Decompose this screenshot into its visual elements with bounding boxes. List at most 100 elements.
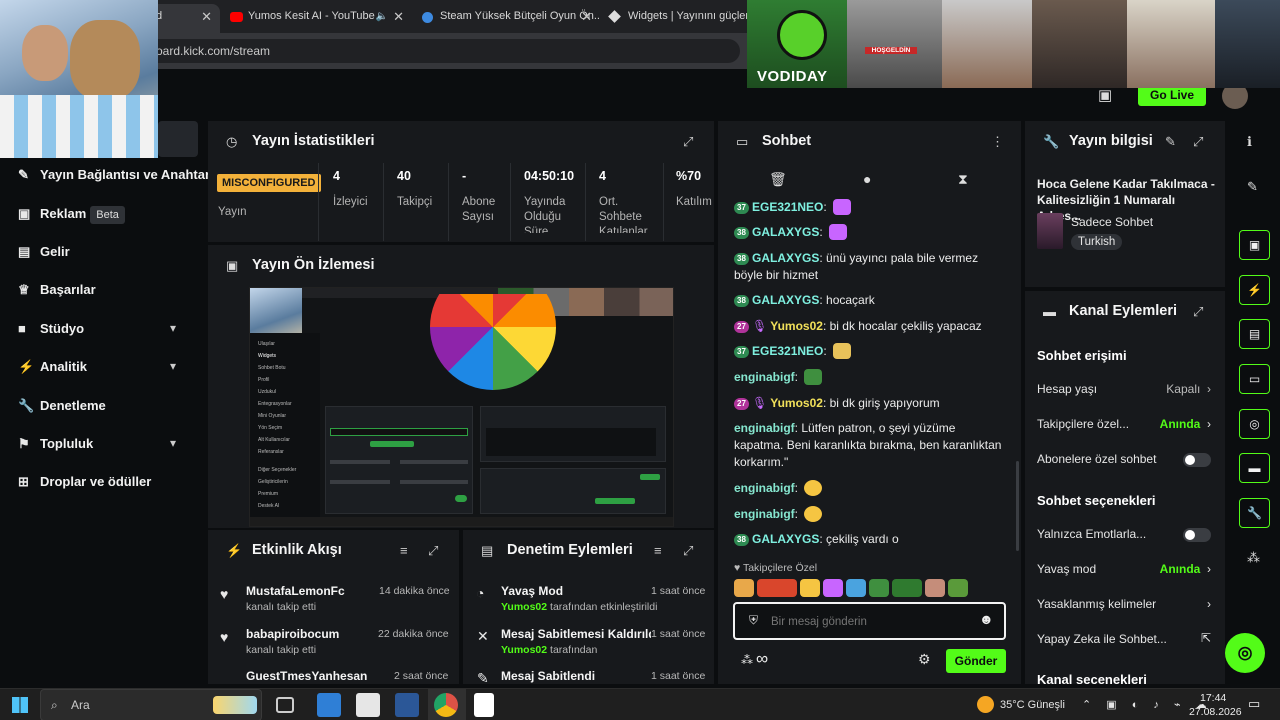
support-chat-button[interactable]: ◎ xyxy=(1225,633,1265,673)
expand-icon[interactable]: ⤢ xyxy=(428,543,438,559)
expand-icon[interactable]: ⤢ xyxy=(1193,134,1203,150)
chevron-down-icon[interactable]: ▾ xyxy=(170,436,176,450)
emoji-icon[interactable]: ☻ xyxy=(979,611,994,627)
browser-tab-youtube[interactable]: Yumos Kesit AI - YouTube 🔈 ✕ xyxy=(220,4,412,33)
activity-user[interactable]: MustafaLemonFc xyxy=(246,584,345,598)
store-app-icon[interactable] xyxy=(356,693,380,717)
chevron-right-icon[interactable]: › xyxy=(1207,597,1211,611)
sidebar-item-analytics[interactable]: ⚡ Analitik xyxy=(18,355,87,379)
notifications-icon[interactable]: ▭ xyxy=(1248,696,1260,712)
sidebar-item-community[interactable]: ⚑ Topluluk xyxy=(18,432,93,456)
word-app-icon[interactable] xyxy=(395,693,419,717)
emote[interactable] xyxy=(846,579,866,597)
sidebar-item-stream-key[interactable]: ✎ Yayın Bağlantısı ve Anahtar xyxy=(18,163,210,187)
url-field[interactable]: oard.kick.com/stream xyxy=(140,39,740,63)
chevron-down-icon[interactable]: ▾ xyxy=(170,321,176,335)
emote[interactable] xyxy=(892,579,922,597)
ai-chat-row[interactable]: Yapay Zeka ile Sohbet... xyxy=(1037,632,1215,646)
slow-mode-value[interactable]: Anında › xyxy=(1160,562,1211,576)
more-icon[interactable]: ⋮ xyxy=(991,134,1004,150)
browser-tab-widgets[interactable]: Widgets | Yayınını güçlendir xyxy=(600,4,750,33)
chat-scrollbar[interactable] xyxy=(1016,461,1019,551)
rail-video-button[interactable]: ▣ xyxy=(1239,230,1270,260)
sidebar-item-revenue[interactable]: ▤ Gelir xyxy=(18,240,70,264)
filter-icon[interactable]: ≡ xyxy=(654,543,662,558)
followers-only-value[interactable]: Anında › xyxy=(1160,417,1211,431)
chat-username[interactable]: enginabigf xyxy=(734,370,795,384)
acrobat-app-icon[interactable] xyxy=(474,693,494,717)
activity-user[interactable]: GuestTmesYanhesan xyxy=(246,669,367,683)
chat-input[interactable] xyxy=(771,613,971,631)
chat-bubble-icon[interactable]: ● xyxy=(863,171,871,187)
photos-app-icon[interactable] xyxy=(317,693,341,717)
weather-text[interactable]: 35°C Güneşli xyxy=(1000,689,1065,720)
sidebar-item-studio[interactable]: ■ Stüdyo xyxy=(18,317,84,341)
chat-username[interactable]: enginabigf xyxy=(734,481,795,495)
speaker-icon[interactable]: 🔈 xyxy=(376,4,388,29)
sidebar-item-moderation[interactable]: 🔧 Denetleme xyxy=(18,394,106,418)
rail-chat-button[interactable]: ▭ xyxy=(1239,364,1270,394)
emote[interactable] xyxy=(734,579,754,597)
emote[interactable] xyxy=(823,579,843,597)
camera-icon[interactable]: ▣ xyxy=(1098,86,1112,104)
points-icon[interactable]: ⁂ xyxy=(741,653,753,667)
emote-only-toggle[interactable] xyxy=(1183,528,1211,542)
sidebar-item-drops[interactable]: ⊞ Droplar ve ödüller xyxy=(18,470,151,494)
activity-user[interactable]: babapiroibocum xyxy=(246,627,339,641)
rail-target-button[interactable]: ◎ xyxy=(1239,409,1270,439)
send-button[interactable]: Gönder xyxy=(946,649,1006,673)
task-view-icon[interactable] xyxy=(276,697,294,713)
emote[interactable] xyxy=(757,579,797,597)
emote[interactable] xyxy=(800,579,820,597)
rail-channel-button[interactable]: ▬ xyxy=(1239,453,1270,483)
taskbar-time[interactable]: 17:44 xyxy=(1200,692,1226,704)
taskbar-date[interactable]: 27.08.2026 xyxy=(1189,706,1242,718)
sidebar-item-ads[interactable]: ▣ Reklam Beta xyxy=(18,202,125,226)
moderation-actor[interactable]: Yumos02 xyxy=(501,601,547,613)
info-icon[interactable]: ℹ xyxy=(1247,134,1252,150)
category-name[interactable]: Sadece Sohbet xyxy=(1071,215,1153,229)
browser-tab-active[interactable]: d ✕ xyxy=(150,4,220,33)
banned-words-row[interactable]: Yasaklanmış kelimeler xyxy=(1037,597,1215,611)
expand-icon[interactable]: ⤢ xyxy=(683,134,693,150)
chevron-down-icon[interactable]: ▾ xyxy=(170,359,176,373)
subscribers-only-toggle[interactable] xyxy=(1183,453,1211,467)
moderation-actor[interactable]: Yumos02 xyxy=(501,644,547,656)
close-icon[interactable]: ✕ xyxy=(393,4,404,29)
emote[interactable] xyxy=(869,579,889,597)
close-icon[interactable]: ✕ xyxy=(201,4,212,29)
chat-username[interactable]: enginabigf xyxy=(734,507,795,521)
chat-username[interactable]: GALAXYGS xyxy=(752,532,819,546)
chat-username[interactable]: Yumos02 xyxy=(770,319,823,333)
chat-username[interactable]: Yumos02 xyxy=(770,396,823,410)
expand-icon[interactable]: ⤢ xyxy=(683,543,693,559)
expand-icon[interactable]: ⤢ xyxy=(1193,304,1203,320)
rail-lightning-button[interactable]: ⚡ xyxy=(1239,275,1270,305)
emote[interactable] xyxy=(925,579,945,597)
emote[interactable] xyxy=(948,579,968,597)
account-age-value[interactable]: Kapalı › xyxy=(1166,382,1211,396)
edit-icon[interactable]: ✎ xyxy=(1247,179,1258,195)
sidebar-item-achievements[interactable]: ♕ Başarılar xyxy=(18,278,96,302)
chat-username[interactable]: GALAXYGS xyxy=(752,225,819,239)
chat-username[interactable]: EGE321NEO xyxy=(752,200,823,214)
stream-preview[interactable]: Ulaşılar Widgets Sohbet Botu Profil Uzdu… xyxy=(249,287,674,527)
shield-icon[interactable]: ⛨ xyxy=(749,613,758,628)
gear-icon[interactable]: ⚙ xyxy=(918,651,931,668)
chat-username[interactable]: EGE321NEO xyxy=(752,344,823,358)
external-link-icon[interactable]: ⇱ xyxy=(1201,631,1211,645)
edit-icon[interactable]: ✎ xyxy=(1165,134,1176,150)
chat-username[interactable]: GALAXYGS xyxy=(752,293,819,307)
close-icon[interactable]: ✕ xyxy=(581,4,592,29)
chat-username[interactable]: enginabigf xyxy=(734,421,795,435)
browser-tab-steam[interactable]: Steam Yüksek Bütçeli Oyun Ön... ✕ xyxy=(412,4,600,33)
points-icon[interactable]: ⁂ xyxy=(1247,550,1260,566)
filter-icon[interactable]: ≡ xyxy=(400,543,408,558)
chat-username[interactable]: GALAXYGS xyxy=(752,251,819,265)
windows-start-icon[interactable] xyxy=(12,697,28,713)
trash-icon[interactable]: 🗑 xyxy=(769,171,787,188)
hourglass-icon[interactable]: ⧗ xyxy=(958,171,968,188)
taskbar-search[interactable]: ⌕ Ara xyxy=(40,689,262,720)
chat-input-box[interactable]: ⛨ ☻ xyxy=(733,602,1006,640)
rail-wrench-button[interactable]: 🔧 xyxy=(1239,498,1270,528)
